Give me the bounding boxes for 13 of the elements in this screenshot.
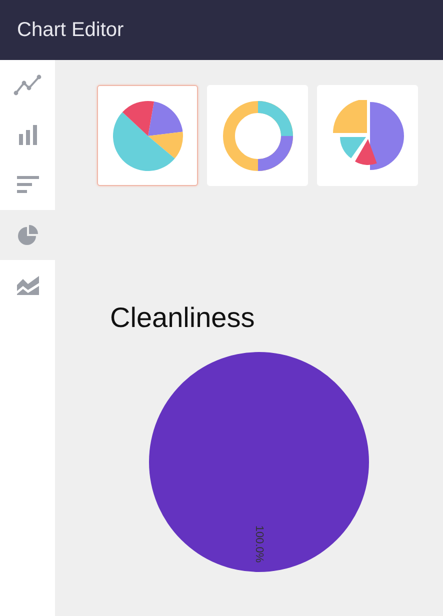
pie-chart-icon xyxy=(16,224,38,246)
bar-chart-icon xyxy=(18,124,38,146)
data-label: 100.0% xyxy=(253,525,265,563)
chart-title: Cleanliness xyxy=(110,301,256,335)
pie-chart-icon xyxy=(112,100,184,172)
area-chart-icon xyxy=(16,275,38,295)
donut-chart-icon xyxy=(222,100,294,172)
exploded-pie-chart-icon xyxy=(332,100,404,172)
chart-type-option[interactable] xyxy=(97,85,198,186)
app-title: Chart Editor xyxy=(17,18,124,42)
sidebar-item[interactable] xyxy=(0,210,55,260)
line-chart-icon xyxy=(12,74,42,96)
horizontal-bar-chart-icon xyxy=(16,175,38,195)
